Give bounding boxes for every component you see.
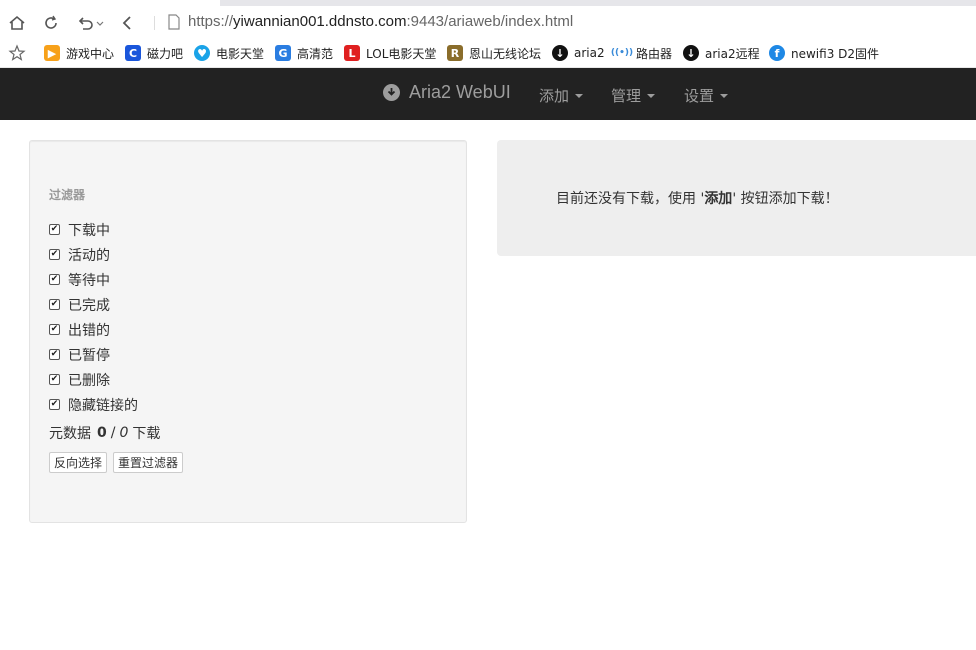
metadata-summary: 元数据 0 / 0 下载 — [49, 423, 160, 443]
filter-panel: 过滤器 ✔ 下载中 ✔ 活动的 ✔ 等待中 ✔ 已完成 ✔ 出错的 ✔ 已暂停 ✔ 已删除 ✔… — [29, 140, 467, 523]
menu-manage[interactable]: 管理 — [611, 85, 656, 106]
filter-label: 已删除 — [68, 372, 110, 389]
filter-complete[interactable]: ✔ 已完成 — [49, 292, 138, 317]
bookmark-label: aria2 — [574, 46, 605, 60]
download-circle-icon: ↓ — [683, 45, 699, 61]
filter-title: 过滤器 — [49, 188, 86, 202]
meta-prefix: 元数据 — [49, 426, 91, 442]
bookmarks-bar: ▶ 游戏中心 C 磁力吧 ♥ 电影天堂 G 高清范 L LOL电影天堂 R 恩山无线论坛 ↓… — [0, 38, 976, 68]
filter-label: 出错的 — [68, 322, 110, 339]
app-navbar: Aria2 WebUI 添加 管理 设置 — [0, 68, 976, 120]
url-path: :9443/ariaweb/index.html — [406, 13, 574, 30]
filter-label: 活动的 — [68, 247, 110, 264]
menu-settings-label: 设置 — [684, 87, 715, 105]
bookmark-label: 路由器 — [636, 46, 673, 61]
filter-waiting[interactable]: ✔ 等待中 — [49, 267, 138, 292]
download-icon — [383, 84, 400, 101]
menu-manage-label: 管理 — [611, 87, 642, 105]
menu-settings[interactable]: 设置 — [684, 85, 729, 106]
bookmark-aria2[interactable]: ↓ aria2 — [552, 44, 605, 62]
page-icon — [168, 14, 180, 34]
bookmark-cili[interactable]: C 磁力吧 — [125, 44, 183, 62]
filter-label: 等待中 — [68, 272, 110, 289]
checkbox-checked-icon[interactable]: ✔ — [49, 224, 60, 235]
filter-label: 已暂停 — [68, 347, 110, 364]
checkbox-checked-icon[interactable]: ✔ — [49, 349, 60, 360]
filter-removed[interactable]: ✔ 已删除 — [49, 367, 138, 392]
reset-filters-button[interactable]: 重置过滤器 — [113, 452, 184, 473]
game-center-icon: ▶ — [44, 45, 60, 61]
bookmark-game-center[interactable]: ▶ 游戏中心 — [44, 44, 114, 62]
home-icon[interactable] — [6, 12, 28, 34]
bookmark-aria2-remote[interactable]: ↓ aria2远程 — [683, 44, 760, 62]
notice-text-before: 目前还没有下载，使用 ' — [556, 191, 705, 207]
menu-add[interactable]: 添加 — [539, 85, 584, 106]
bookmark-label: 电影天堂 — [216, 46, 265, 61]
notice-text-after: ' 按钮添加下载！ — [732, 191, 839, 207]
address-bar: https://yiwannian001.ddnsto.com:9443/ari… — [0, 6, 976, 38]
bookmark-label: 游戏中心 — [66, 46, 115, 61]
checkbox-checked-icon[interactable]: ✔ — [49, 249, 60, 260]
notice-message: 目前还没有下载，使用 ' 添加 ' 按钮添加下载！ — [556, 188, 839, 208]
bookmark-router[interactable]: ((•)) 路由器 — [611, 44, 673, 62]
caret-down-icon — [575, 93, 584, 98]
right-forum-icon: R — [447, 45, 463, 61]
reload-icon[interactable] — [40, 12, 62, 34]
caret-down-icon — [720, 93, 729, 98]
back-icon[interactable] — [116, 12, 138, 34]
brand[interactable]: Aria2 WebUI — [383, 82, 511, 103]
bookmark-label: 恩山无线论坛 — [469, 46, 542, 61]
checkbox-checked-icon[interactable]: ✔ — [49, 274, 60, 285]
bookmark-label: LOL电影天堂 — [366, 46, 437, 61]
filter-hide-linked[interactable]: ✔ 隐藏链接的 — [49, 392, 138, 417]
meta-total: 0 — [119, 425, 129, 441]
star-icon[interactable] — [8, 44, 26, 66]
menu-add-label: 添加 — [539, 87, 570, 105]
caret-down-icon — [647, 93, 656, 98]
bookmark-movie-heaven[interactable]: ♥ 电影天堂 — [194, 44, 264, 62]
filter-paused[interactable]: ✔ 已暂停 — [49, 342, 138, 367]
checkbox-checked-icon[interactable]: ✔ — [49, 374, 60, 385]
notice-keyword: 添加 — [704, 191, 733, 207]
bookmark-right-forum[interactable]: R 恩山无线论坛 — [447, 44, 541, 62]
newifi-icon: f — [769, 45, 785, 61]
checkbox-checked-icon[interactable]: ✔ — [49, 324, 60, 335]
meta-count: 0 — [97, 425, 107, 441]
invert-selection-button[interactable]: 反向选择 — [49, 452, 108, 473]
bookmark-label: 磁力吧 — [147, 46, 184, 61]
movie-heaven-icon: ♥ — [194, 45, 210, 61]
url-field[interactable]: https://yiwannian001.ddnsto.com:9443/ari… — [188, 13, 573, 30]
filter-list: ✔ 下载中 ✔ 活动的 ✔ 等待中 ✔ 已完成 ✔ 出错的 ✔ 已暂停 ✔ 已删除 ✔ 隐藏链接… — [49, 217, 138, 417]
undo-history-icon[interactable] — [76, 12, 106, 34]
filter-downloading[interactable]: ✔ 下载中 — [49, 217, 138, 242]
filter-active[interactable]: ✔ 活动的 — [49, 242, 138, 267]
bookmark-gaoqingfan[interactable]: G 高清范 — [275, 44, 333, 62]
empty-downloads-notice: 目前还没有下载，使用 ' 添加 ' 按钮添加下载！ — [497, 140, 976, 256]
gaoqingfan-icon: G — [275, 45, 291, 61]
download-circle-icon: ↓ — [552, 45, 568, 61]
cili-icon: C — [125, 45, 141, 61]
brand-title: Aria2 WebUI — [409, 82, 511, 102]
filter-error[interactable]: ✔ 出错的 — [49, 317, 138, 342]
meta-suffix: 下载 — [132, 426, 161, 442]
meta-separator: / — [110, 425, 116, 441]
filter-label: 已完成 — [68, 297, 110, 314]
checkbox-checked-icon[interactable]: ✔ — [49, 299, 60, 310]
bookmark-newifi[interactable]: f newifi3 D2固件 — [769, 44, 879, 62]
filter-label: 下载中 — [68, 222, 110, 239]
router-wifi-icon: ((•)) — [611, 45, 633, 61]
url-host: yiwannian001.ddnsto.com — [233, 13, 407, 30]
url-prefix: https:// — [188, 13, 234, 30]
bookmark-label: aria2远程 — [705, 46, 760, 61]
address-divider — [154, 16, 155, 30]
lol-movie-icon: L — [344, 45, 360, 61]
bookmark-lol-movie[interactable]: L LOL电影天堂 — [344, 44, 436, 62]
checkbox-checked-icon[interactable]: ✔ — [49, 399, 60, 410]
bookmark-label: newifi3 D2固件 — [791, 46, 880, 61]
filter-label: 隐藏链接的 — [68, 397, 138, 414]
bookmark-label: 高清范 — [297, 46, 334, 61]
